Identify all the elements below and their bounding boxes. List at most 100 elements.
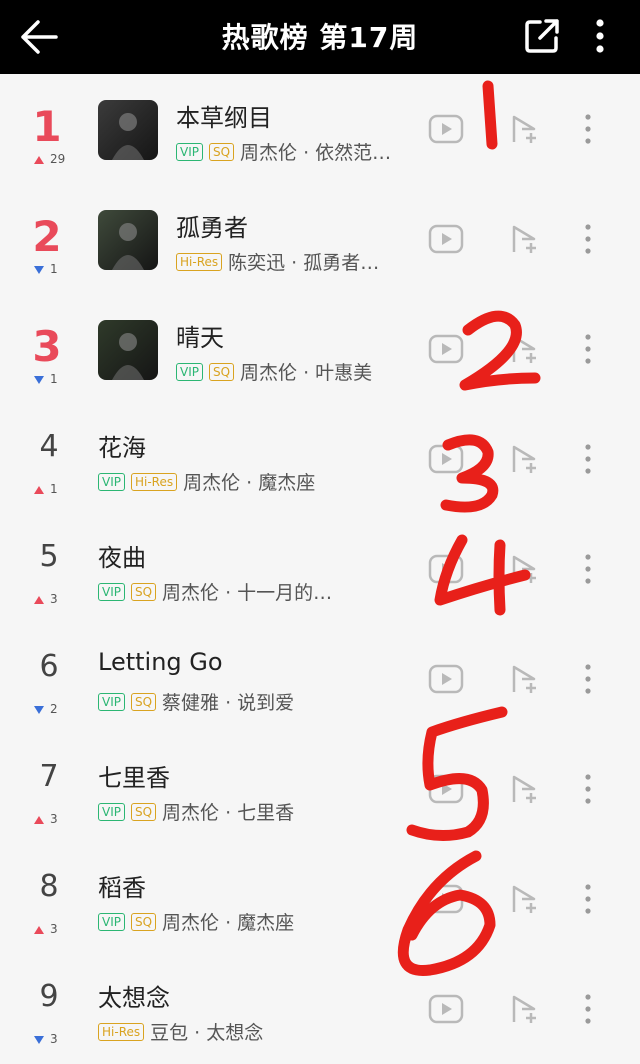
play-video-icon[interactable] [428, 664, 464, 694]
hires-badge: Hi-Res [176, 252, 223, 271]
vip-badge: VIP [98, 802, 125, 821]
more-vertical-icon[interactable] [580, 662, 596, 696]
play-video-icon[interactable] [428, 994, 464, 1024]
add-to-playlist-icon[interactable] [510, 444, 540, 474]
sq-badge: SQ [208, 142, 235, 161]
artist-album: 豆包 · 太想念 [150, 1022, 264, 1044]
play-video-icon[interactable] [428, 884, 464, 914]
play-video-icon[interactable] [428, 114, 464, 144]
song-title: 夜曲 [98, 544, 146, 572]
song-meta: Hi-Res 陈奕迅 · 孤勇者… [176, 248, 379, 275]
add-to-playlist-icon[interactable] [510, 114, 540, 144]
play-video-icon[interactable] [428, 444, 464, 474]
rank-change-value: 3 [50, 812, 58, 826]
play-video-icon[interactable] [428, 554, 464, 584]
vip-badge: VIP [98, 912, 125, 931]
trend-down-icon [34, 1035, 44, 1044]
rank-number: 5 [39, 539, 59, 574]
rank-number: 2 [32, 212, 62, 261]
more-vertical-icon[interactable] [580, 222, 596, 256]
album-cover[interactable] [98, 210, 158, 270]
trend-down-icon [34, 705, 44, 714]
song-title: 太想念 [98, 984, 170, 1012]
song-title: 七里香 [98, 764, 170, 792]
artist-album: 蔡健雅 · 说到爱 [162, 692, 295, 714]
artist-album: 周杰伦 · 魔杰座 [183, 472, 316, 494]
song-row[interactable]: 6 2 Letting Go VIP SQ 蔡健雅 · 说到爱 [0, 624, 640, 734]
play-video-icon[interactable] [428, 774, 464, 804]
rank-number: 6 [39, 649, 59, 684]
song-row[interactable]: 4 1 花海 VIP Hi-Res 周杰伦 · 魔杰座 [0, 404, 640, 514]
play-video-icon[interactable] [428, 224, 464, 254]
rank-change: 1 [34, 262, 58, 276]
song-title: 稻香 [98, 874, 146, 902]
song-title: 花海 [98, 434, 146, 462]
song-title: Letting Go [98, 648, 223, 676]
album-cover[interactable] [98, 100, 158, 160]
song-title: 孤勇者 [176, 214, 248, 242]
share-icon[interactable] [522, 16, 562, 56]
more-vertical-icon[interactable] [580, 552, 596, 586]
add-to-playlist-icon[interactable] [510, 994, 540, 1024]
song-list: 1 29 本草纲目 VIP SQ 周杰伦 · 依然范… 2 1 孤勇者 Hi-Res 陈奕迅 · 孤… [0, 74, 640, 1064]
add-to-playlist-icon[interactable] [510, 554, 540, 584]
rank-change: 1 [34, 482, 58, 496]
trend-down-icon [34, 265, 44, 274]
more-vertical-icon[interactable] [580, 992, 596, 1026]
add-to-playlist-icon[interactable] [510, 884, 540, 914]
rank-change-value: 3 [50, 592, 58, 606]
more-vertical-icon[interactable] [580, 442, 596, 476]
artist-album: 周杰伦 · 七里香 [162, 802, 295, 824]
rank-change-value: 3 [50, 1032, 58, 1046]
rank-number: 3 [32, 322, 62, 371]
trend-up-icon [34, 925, 44, 934]
hires-badge: Hi-Res [98, 1022, 145, 1041]
song-row[interactable]: 3 1 晴天 VIP SQ 周杰伦 · 叶惠美 [0, 294, 640, 404]
artist-album: 周杰伦 · 十一月的萧邦 [162, 582, 338, 604]
artist-album: 周杰伦 · 依然范… [240, 142, 392, 164]
rank-change-value: 3 [50, 922, 58, 936]
song-meta: VIP SQ 周杰伦 · 七里香 [98, 798, 294, 825]
sq-badge: SQ [130, 802, 157, 821]
play-video-icon[interactable] [428, 334, 464, 364]
more-vertical-icon[interactable] [580, 332, 596, 366]
add-to-playlist-icon[interactable] [510, 774, 540, 804]
song-row[interactable]: 9 3 太想念 Hi-Res 豆包 · 太想念 [0, 954, 640, 1064]
song-row[interactable]: 8 3 稻香 VIP SQ 周杰伦 · 魔杰座 [0, 844, 640, 954]
album-cover[interactable] [98, 320, 158, 380]
vip-badge: VIP [98, 472, 125, 491]
add-to-playlist-icon[interactable] [510, 664, 540, 694]
rank-change: 29 [34, 152, 65, 166]
song-row[interactable]: 5 3 夜曲 VIP SQ 周杰伦 · 十一月的萧邦 [0, 514, 640, 624]
rank-change-value: 2 [50, 702, 58, 716]
more-vertical-icon[interactable] [580, 772, 596, 806]
trend-up-icon [34, 155, 44, 164]
song-meta: VIP SQ 蔡健雅 · 说到爱 [98, 688, 294, 715]
add-to-playlist-icon[interactable] [510, 224, 540, 254]
song-row[interactable]: 1 29 本草纲目 VIP SQ 周杰伦 · 依然范… [0, 74, 640, 184]
trend-up-icon [34, 595, 44, 604]
rank-change: 2 [34, 702, 58, 716]
rank-number: 7 [39, 759, 59, 794]
add-to-playlist-icon[interactable] [510, 334, 540, 364]
rank-change-value: 29 [50, 152, 66, 166]
song-row[interactable]: 2 1 孤勇者 Hi-Res 陈奕迅 · 孤勇者… [0, 184, 640, 294]
song-row[interactable]: 7 3 七里香 VIP SQ 周杰伦 · 七里香 [0, 734, 640, 844]
sq-badge: SQ [130, 692, 157, 711]
rank-change-value: 1 [50, 262, 58, 276]
rank-number: 1 [32, 102, 62, 151]
vip-badge: VIP [176, 362, 203, 381]
rank-number: 4 [39, 429, 59, 464]
more-vertical-icon[interactable] [580, 882, 596, 916]
rank-change: 3 [34, 812, 58, 826]
more-vertical-icon[interactable] [580, 112, 596, 146]
more-vertical-icon[interactable] [588, 16, 612, 56]
rank-change-value: 1 [50, 372, 58, 386]
song-meta: VIP SQ 周杰伦 · 叶惠美 [176, 358, 372, 385]
song-meta: VIP SQ 周杰伦 · 十一月的萧邦 [98, 578, 337, 605]
sq-badge: SQ [208, 362, 235, 381]
top-bar: 热歌榜 第17周 [0, 0, 640, 74]
rank-number: 8 [39, 869, 59, 904]
sq-badge: SQ [130, 582, 157, 601]
rank-change: 1 [34, 372, 58, 386]
